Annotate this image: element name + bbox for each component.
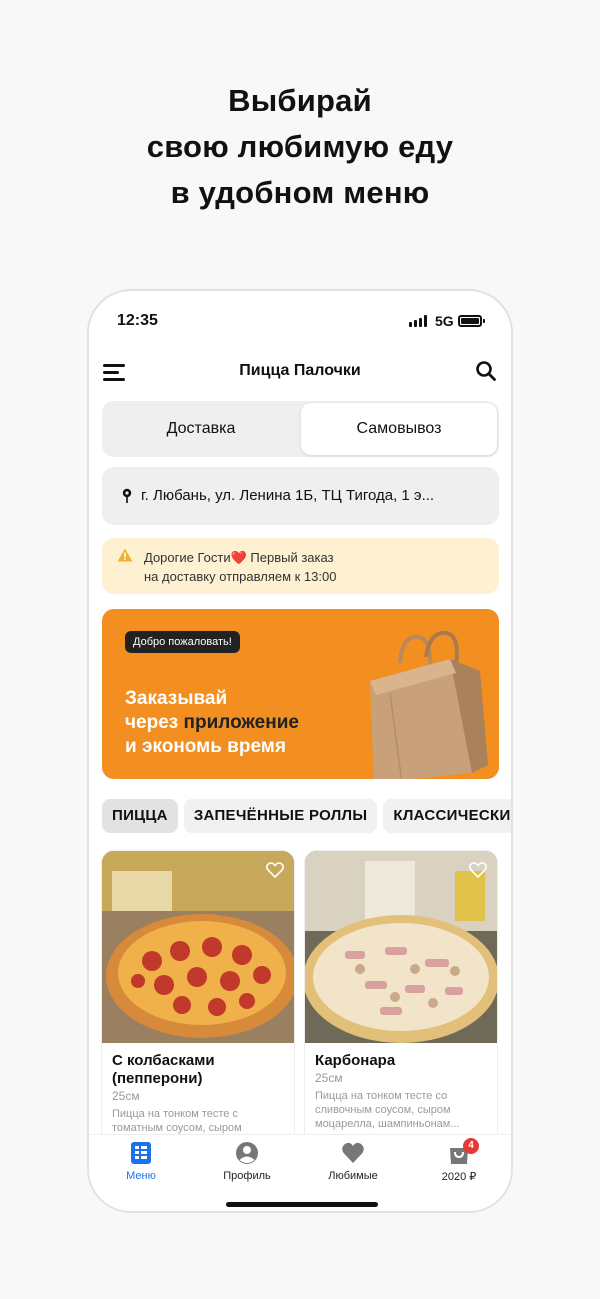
product-size: 25см	[315, 1071, 343, 1085]
paper-bag-illustration	[370, 630, 488, 779]
pickup-tab[interactable]: Самовывоз	[301, 403, 497, 455]
heart-icon	[342, 1142, 364, 1163]
banner-promo-text: Заказывай через приложение и экономь вре…	[125, 687, 299, 759]
search-icon	[476, 361, 496, 381]
warning-icon	[117, 548, 133, 562]
status-bar: 12:35 5G	[89, 291, 511, 351]
notice-line-1: Дорогие Гости❤️ Первый заказ	[144, 550, 334, 565]
tab-cart-total: 2020 ₽	[441, 1171, 477, 1183]
home-indicator	[226, 1202, 378, 1207]
product-name: С колбасками (пепперони)	[112, 1052, 215, 1087]
profile-icon	[236, 1142, 258, 1164]
banner-line-1: Заказывай	[125, 688, 228, 709]
carbonara-pizza-photo	[305, 851, 497, 1043]
tab-profile[interactable]: Профиль	[202, 1141, 292, 1182]
delivery-notice: Дорогие Гости❤️ Первый заказ на доставку…	[102, 538, 499, 594]
phone-frame: 12:35 5G Пицца Палочки Доставка Самовыво…	[87, 289, 513, 1213]
favorite-heart-icon[interactable]	[266, 862, 284, 878]
welcome-badge: Добро пожаловать!	[125, 631, 240, 653]
promo-headline: Выбирай свою любимую еду в удобном меню	[0, 78, 600, 216]
address-selector[interactable]: г. Любань, ул. Ленина 1Б, ТЦ Тигода, 1 э…	[102, 467, 499, 525]
tab-profile-label: Профиль	[223, 1170, 271, 1182]
status-time: 12:35	[117, 312, 158, 329]
category-baked-rolls[interactable]: ЗАПЕЧЁННЫЕ РОЛЛЫ	[183, 799, 378, 833]
product-card[interactable]: Карбонара 25см Пицца на тонком тесте со …	[305, 851, 497, 1151]
notice-text: Дорогие Гости❤️ Первый заказ на доставку…	[144, 548, 374, 586]
battery-icon	[458, 315, 485, 327]
category-tabs: ПИЦЦА ЗАПЕЧЁННЫЕ РОЛЛЫ КЛАССИЧЕСКИЕ	[102, 799, 511, 833]
address-text: г. Любань, ул. Ленина 1Б, ТЦ Тигода, 1 э…	[141, 487, 435, 504]
app-title: Пицца Палочки	[239, 362, 361, 379]
pepperoni-pizza-photo	[102, 851, 294, 1043]
tab-favorites-label: Любимые	[328, 1170, 378, 1182]
headline-line-3: в удобном меню	[170, 175, 430, 210]
category-pizza[interactable]: ПИЦЦА	[102, 799, 178, 833]
tab-menu[interactable]: Меню	[96, 1141, 186, 1182]
search-button[interactable]	[475, 360, 497, 382]
menu-list-icon	[131, 1142, 151, 1164]
tab-menu-label: Меню	[126, 1170, 156, 1182]
cart-count-badge: 4	[463, 1138, 479, 1154]
signal-icon	[409, 315, 429, 327]
product-card[interactable]: С колбасками (пепперони) 25см Пицца на т…	[102, 851, 294, 1151]
category-classic[interactable]: КЛАССИЧЕСКИЕ	[383, 799, 511, 833]
delivery-tab[interactable]: Доставка	[102, 401, 300, 457]
notice-line-2: на доставку отправляем к 13:00	[144, 569, 337, 584]
banner-line-2-highlight: приложение	[183, 712, 299, 733]
banner-line-2-white: через	[125, 712, 184, 733]
tab-favorites[interactable]: Любимые	[308, 1141, 398, 1182]
delivery-mode-switch: Доставка Самовывоз	[102, 401, 499, 457]
favorite-heart-icon[interactable]	[469, 862, 487, 878]
app-bar: Пицца Палочки	[89, 353, 511, 393]
product-description: Пицца на тонком тесте со сливочным соусо…	[315, 1090, 460, 1130]
banner-line-2: через приложение	[125, 711, 299, 735]
headline-line-2: свою любимую еду	[146, 129, 454, 164]
banner-line-3: и экономь время	[125, 736, 286, 757]
promo-banner[interactable]: Добро пожаловать! Заказывай через прилож…	[102, 609, 499, 779]
product-name: Карбонара	[315, 1052, 396, 1069]
location-pin-icon	[122, 488, 132, 503]
product-size: 25см	[112, 1089, 140, 1103]
network-label: 5G	[435, 313, 454, 329]
product-description: Пицца на тонком тесте с томатным соусом,…	[112, 1108, 242, 1134]
tab-cart[interactable]: 4 2020 ₽	[414, 1138, 504, 1183]
headline-line-1: Выбирай	[228, 83, 372, 118]
